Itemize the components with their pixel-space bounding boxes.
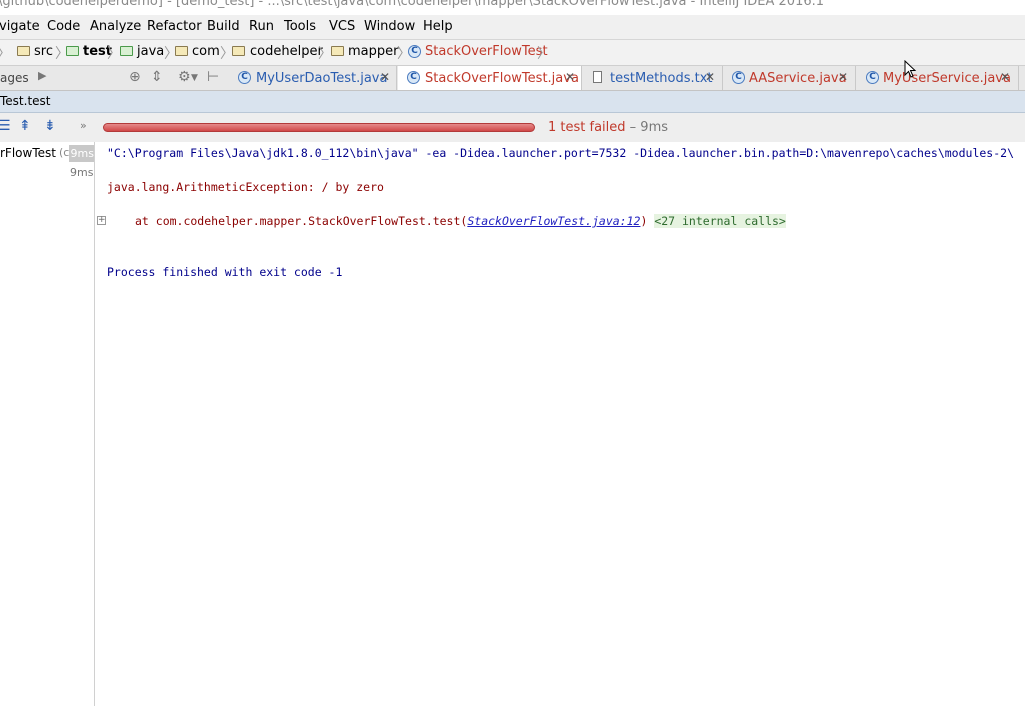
menu-refactor[interactable]: Refactor (147, 19, 202, 34)
breadcrumb-codehelper[interactable]: codehelper (250, 44, 323, 59)
source-link[interactable]: StackOverFlowTest.java:12 (467, 214, 640, 228)
close-icon[interactable]: ✕ (380, 70, 390, 84)
console-exception: java.lang.ArithmeticException: / by zero (107, 180, 384, 194)
close-icon[interactable]: ✕ (705, 70, 715, 84)
gear-icon[interactable]: ⚙ (178, 69, 191, 85)
test-class-icon: C (407, 71, 420, 84)
package-icon (232, 46, 245, 56)
menu-vcs[interactable]: VCS (329, 19, 355, 34)
navigation-bar: 〉 src 〉 test 〉 java 〉 com 〉 codehelper 〉… (0, 40, 1025, 66)
console-command-line: "C:\Program Files\Java\jdk1.8.0_112\bin\… (107, 146, 1014, 160)
breadcrumb-com[interactable]: com (192, 44, 220, 59)
target-icon[interactable]: ⊕ (129, 69, 141, 85)
dropdown-arrow-icon[interactable]: ▼ (191, 73, 198, 83)
chevron-right-icon: 〉 (318, 46, 332, 62)
menu-analyze[interactable]: Analyze (90, 19, 141, 34)
class-icon: C (732, 71, 745, 84)
expand-stack-icon[interactable]: + (97, 216, 106, 225)
test-tree-item[interactable]: rFlowTest (c 9ms (0, 145, 94, 162)
menu-navigate[interactable]: vigate (0, 19, 40, 34)
stack-frame: at com.codehelper.mapper.StackOverFlowTe… (135, 214, 468, 228)
mouse-cursor-icon (904, 60, 917, 78)
menu-run[interactable]: Run (249, 19, 274, 34)
test-class-name: rFlowTest (0, 146, 56, 160)
window-title: \github\codehelperdemo] - [demo_test] - … (0, 0, 825, 9)
package-icon (331, 46, 344, 56)
expand-arrow-icon[interactable]: ▶ (38, 69, 46, 82)
test-class-suffix: (c (59, 146, 70, 159)
breadcrumb-java[interactable]: java (137, 44, 164, 59)
menu-help[interactable]: Help (423, 19, 453, 34)
test-folder-icon (66, 46, 79, 56)
tab-stackoverflowtest[interactable]: C StackOverFlowTest.java ✕ (398, 66, 582, 90)
tab-myuserservice[interactable]: C MyUserService.java ✕ (857, 66, 1019, 90)
close-icon[interactable]: ✕ (838, 70, 848, 84)
tab-label: AAService.java (749, 71, 847, 86)
collapse-all-icon[interactable]: ⇟ (44, 118, 56, 134)
tab-myuserdaotest[interactable]: C MyUserDaoTest.java ✕ (229, 66, 397, 90)
test-runner-toolbar: ☰ ⇞ ⇟ » 1 test failed – 9ms (0, 113, 1025, 143)
tab-aaservice[interactable]: C AAService.java ✕ (724, 66, 856, 90)
internal-calls-fold[interactable]: <27 internal calls> (654, 214, 786, 228)
console-exit-message: Process finished with exit code -1 (107, 265, 343, 279)
tab-label: StackOverFlowTest.java (425, 71, 579, 86)
breadcrumb-stackoverflowtest[interactable]: StackOverFlowTest (425, 44, 548, 59)
menu-window[interactable]: Window (364, 19, 415, 34)
source-folder-icon (120, 46, 133, 56)
chevron-right-icon: 〉 (537, 46, 551, 62)
tab-label: MyUserService.java (883, 71, 1011, 86)
test-class-icon: C (238, 71, 251, 84)
tab-testmethods[interactable]: testMethods.txt ✕ (583, 66, 723, 90)
run-configuration-name: Test.test (0, 94, 51, 108)
tab-label: testMethods.txt (610, 71, 713, 86)
test-time: 9ms (70, 166, 94, 179)
chevron-right-icon: 〉 (107, 46, 121, 62)
collapse-icon[interactable]: ⇕ (151, 69, 163, 85)
test-time-badge: 9ms (69, 145, 94, 162)
console-stack-line: at com.codehelper.mapper.StackOverFlowTe… (135, 214, 786, 228)
menu-tools[interactable]: Tools (284, 19, 316, 34)
breadcrumb-mapper[interactable]: mapper (348, 44, 398, 59)
test-progress-bar (103, 123, 535, 132)
stack-frame-end: ) (640, 214, 648, 228)
test-status: 1 test failed – 9ms (548, 120, 668, 135)
menu-bar: vigate Code Analyze Refactor Build Run T… (0, 15, 1025, 40)
chevron-right-icon: 〉 (0, 43, 11, 63)
close-icon[interactable]: ✕ (565, 70, 575, 84)
toolwindow-label: ages (0, 71, 29, 85)
menu-build[interactable]: Build (207, 19, 240, 34)
test-duration: – 9ms (625, 120, 669, 135)
package-icon (175, 46, 188, 56)
text-file-icon (593, 71, 602, 83)
sort-icon[interactable]: ☰ (0, 118, 11, 134)
breadcrumb-src[interactable]: src (34, 44, 53, 59)
test-tree: rFlowTest (c 9ms 9ms (0, 142, 95, 706)
editor-tab-bar: ages ▶ ⊕ ⇕ ⚙ ▼ ⊢ C MyUserDaoTest.java ✕ … (0, 66, 1025, 91)
expand-all-icon[interactable]: ⇞ (19, 118, 31, 134)
console-output: "C:\Program Files\Java\jdk1.8.0_112\bin\… (95, 142, 1025, 706)
close-icon[interactable]: ✕ (1000, 70, 1010, 84)
menu-code[interactable]: Code (47, 19, 80, 34)
more-icon[interactable]: » (80, 119, 87, 132)
run-panel-title: Test.test (0, 91, 1025, 113)
class-icon: C (866, 71, 879, 84)
folder-icon (17, 46, 30, 56)
failed-count: 1 test failed (548, 120, 626, 135)
window-title-bar: \github\codehelperdemo] - [demo_test] - … (0, 0, 1025, 13)
tab-label: MyUserDaoTest.java (256, 71, 388, 86)
test-class-icon: C (408, 45, 421, 58)
hide-panel-icon[interactable]: ⊢ (207, 69, 219, 85)
